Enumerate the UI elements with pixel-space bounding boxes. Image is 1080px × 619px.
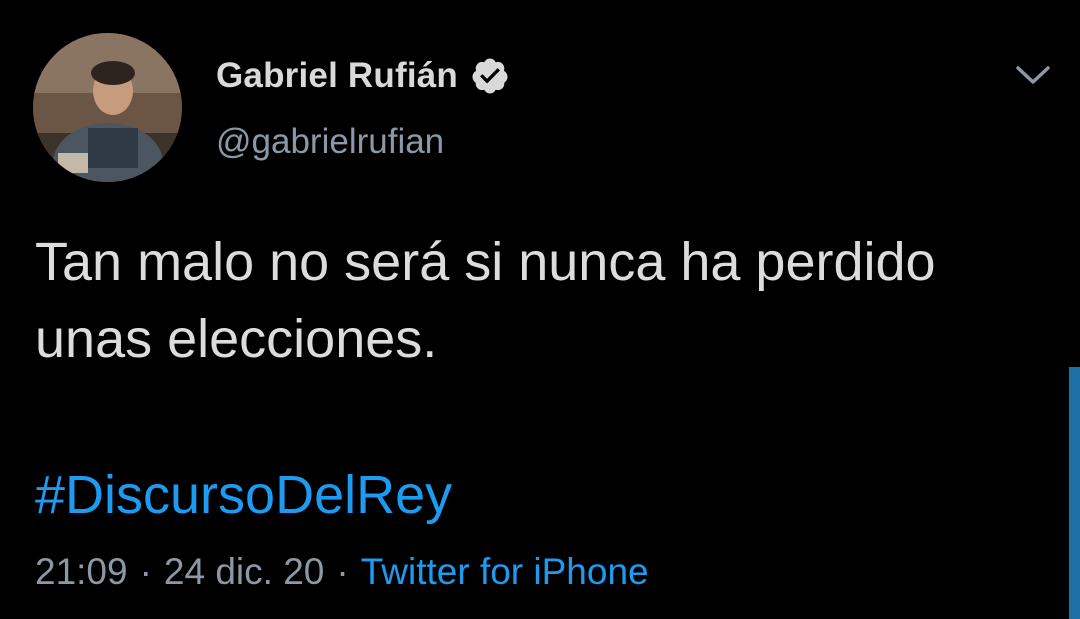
tweet-date[interactable]: 24 dic. 20 [164, 548, 324, 596]
tweet-text: Tan malo no será si nunca ha perdido una… [35, 232, 936, 369]
display-name[interactable]: Gabriel Rufián [216, 56, 458, 96]
scrollbar[interactable] [1069, 367, 1080, 619]
author-handle[interactable]: @gabrielrufian [216, 122, 444, 162]
tweet-card: Gabriel Rufián @gabrielrufian Tan malo n… [0, 0, 1080, 619]
tweet-source-link[interactable]: Twitter for iPhone [361, 548, 649, 596]
tweet-meta: 21:09 · 24 dic. 20 · Twitter for iPhone [35, 548, 649, 596]
meta-separator: · [336, 551, 349, 592]
author-name-row: Gabriel Rufián [216, 52, 510, 100]
meta-separator: · [139, 551, 152, 592]
tweet-time[interactable]: 21:09 [35, 548, 128, 596]
verified-badge-icon [470, 56, 510, 96]
avatar-photo [33, 33, 182, 182]
chevron-down-icon[interactable] [1012, 60, 1054, 90]
hashtag-link[interactable]: #DiscursoDelRey [35, 460, 452, 530]
avatar[interactable] [33, 33, 182, 182]
